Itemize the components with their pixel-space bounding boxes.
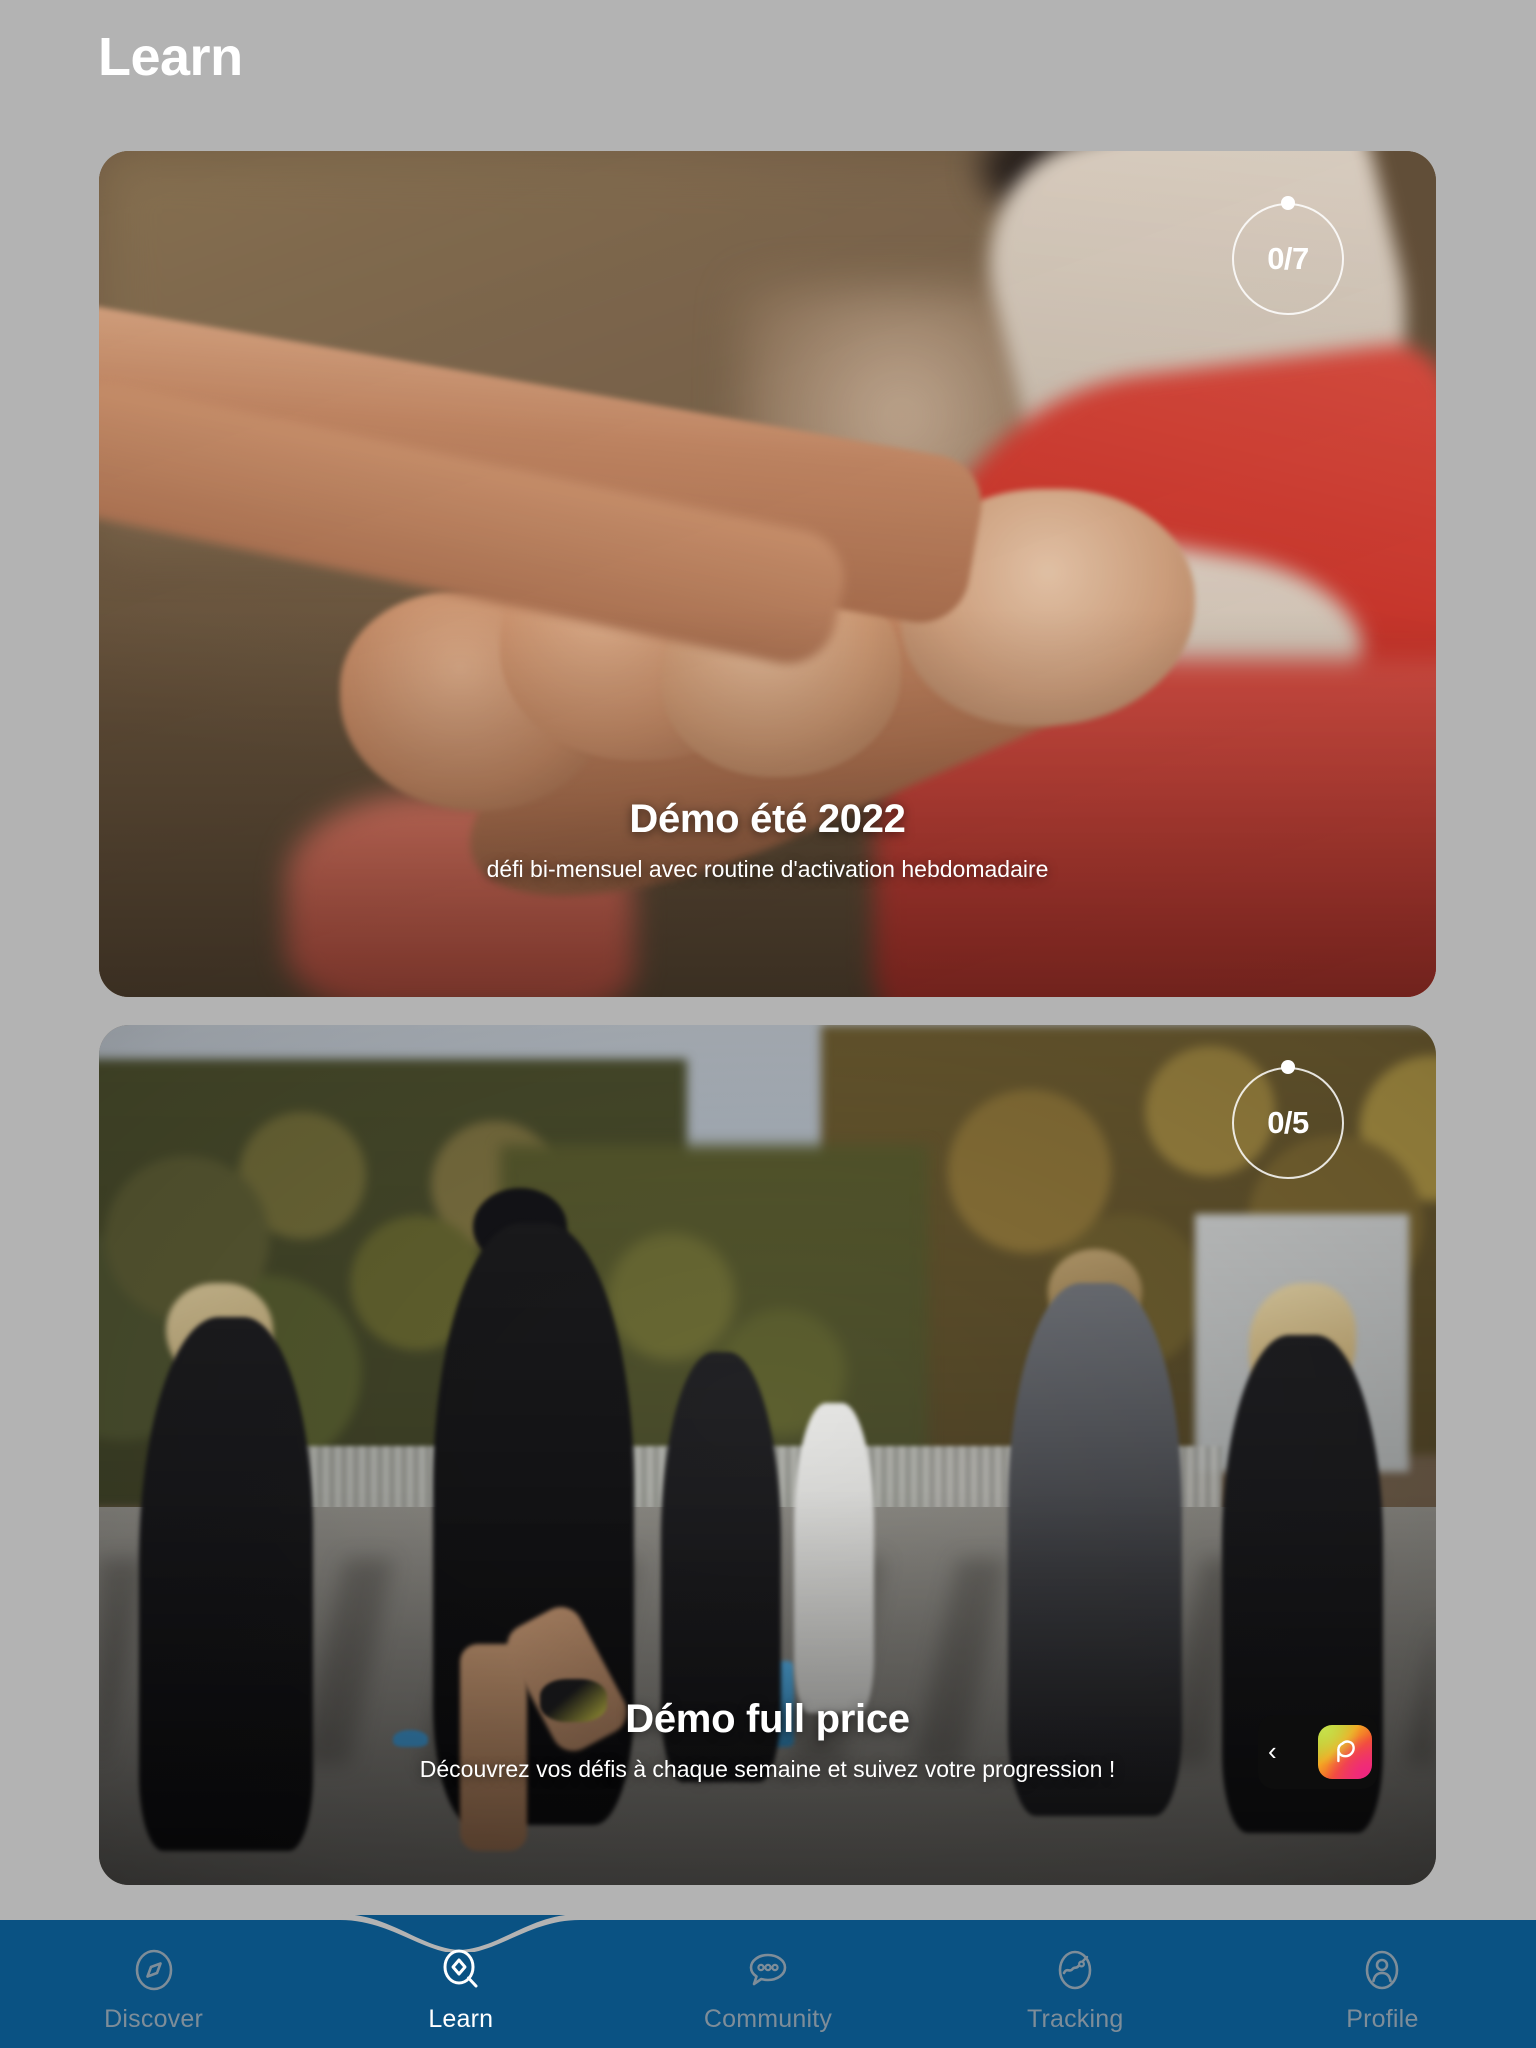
activity-chart-icon bbox=[1052, 1947, 1098, 1993]
learn-card[interactable]: 0/7 Démo été 2022 défi bi-mensuel avec r… bbox=[99, 151, 1436, 997]
page-title: Learn bbox=[98, 27, 243, 87]
progress-ring-label: 0/5 bbox=[1267, 1105, 1309, 1140]
pulse-app-icon[interactable] bbox=[1318, 1725, 1372, 1779]
nav-item-learn[interactable]: Learn bbox=[307, 1947, 614, 2032]
nav-item-community[interactable]: Community bbox=[614, 1947, 921, 2032]
bottom-navigation-bar: Discover Learn Community Tracking Profil… bbox=[0, 1914, 1536, 2048]
progress-ring: 0/5 bbox=[1232, 1060, 1344, 1179]
nav-label-tracking: Tracking bbox=[1026, 2005, 1124, 2033]
card-title: Démo été 2022 bbox=[629, 797, 906, 842]
card-gradient-scrim bbox=[99, 1489, 1436, 1885]
nav-item-tracking[interactable]: Tracking bbox=[922, 1947, 1229, 2032]
nav-item-profile[interactable]: Profile bbox=[1229, 1947, 1536, 2032]
nav-label-learn: Learn bbox=[428, 2005, 494, 2033]
progress-ring: 0/7 bbox=[1232, 196, 1344, 315]
compass-icon bbox=[131, 1947, 177, 1993]
progress-ring-label: 0/7 bbox=[1267, 241, 1309, 276]
chat-bubble-icon bbox=[745, 1947, 791, 1993]
nav-label-community: Community bbox=[703, 2005, 833, 2033]
nav-items: Discover Learn Community Tracking Profil… bbox=[0, 1915, 1536, 2048]
card-text-block: Démo full price Découvrez vos défis à ch… bbox=[99, 1695, 1436, 1785]
nav-item-discover[interactable]: Discover bbox=[0, 1947, 307, 2032]
search-diamond-icon bbox=[438, 1947, 484, 1993]
card-text-block: Démo été 2022 défi bi-mensuel avec routi… bbox=[99, 795, 1436, 885]
app-screen: Learn 0/7 Démo été 2022 défi bi-mensuel … bbox=[0, 0, 1536, 2048]
user-circle-icon bbox=[1359, 1947, 1405, 1993]
chevron-left-icon[interactable]: ‹ bbox=[1268, 1738, 1277, 1767]
nav-label-profile: Profile bbox=[1346, 2005, 1419, 2033]
card-title: Démo full price bbox=[625, 1697, 910, 1742]
floating-app-widget[interactable]: ‹ bbox=[1258, 1715, 1378, 1789]
card-subtitle: Découvrez vos défis à chaque semaine et … bbox=[419, 1756, 1116, 1783]
nav-label-discover: Discover bbox=[104, 2005, 204, 2033]
learn-card[interactable]: 0/5 Démo full price Découvrez vos défis … bbox=[99, 1025, 1436, 1885]
card-subtitle: défi bi-mensuel avec routine d'activatio… bbox=[486, 856, 1049, 883]
